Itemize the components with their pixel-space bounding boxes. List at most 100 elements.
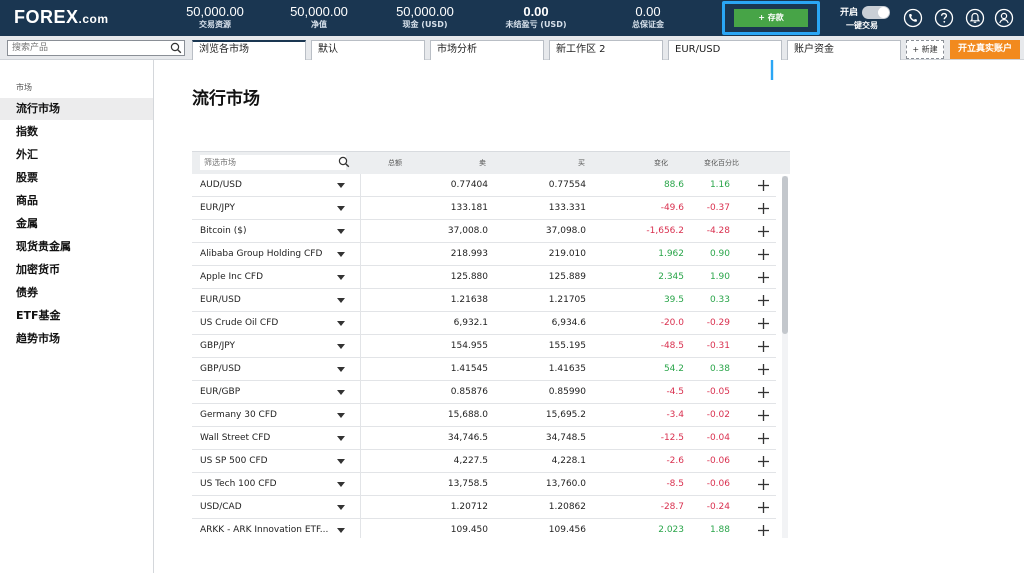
add-to-watchlist-plus-icon[interactable] <box>758 387 769 398</box>
add-to-watchlist-plus-icon[interactable] <box>758 479 769 490</box>
market-name[interactable]: EUR/USD <box>200 289 241 312</box>
add-to-watchlist-plus-icon[interactable] <box>758 456 769 467</box>
market-name[interactable]: AUD/USD <box>200 174 242 197</box>
add-to-watchlist-plus-icon[interactable] <box>758 318 769 329</box>
add-to-watchlist-plus-icon[interactable] <box>758 180 769 191</box>
table-scrollbar-thumb[interactable] <box>782 176 788 334</box>
add-to-watchlist-plus-icon[interactable] <box>758 295 769 306</box>
buy-price[interactable]: 125.889 <box>549 266 586 289</box>
sell-price[interactable]: 6,932.1 <box>454 312 488 335</box>
table-row[interactable]: Alibaba Group Holding CFD 218.993 219.010 1… <box>192 243 776 266</box>
user-account-icon[interactable] <box>994 8 1014 28</box>
open-live-account-button[interactable]: 开立真实账户 <box>950 40 1020 59</box>
market-dropdown-chevron-down-icon[interactable] <box>337 505 345 511</box>
add-to-watchlist-plus-icon[interactable] <box>758 410 769 421</box>
table-row[interactable]: EUR/USD 1.21638 1.21705 39.5 0.33 <box>192 289 776 312</box>
sidebar-item-shares[interactable]: 股票 <box>0 167 153 189</box>
search-icon[interactable] <box>170 42 182 54</box>
tab-eur-usd[interactable]: EUR/USD <box>668 40 782 60</box>
add-to-watchlist-plus-icon[interactable] <box>758 203 769 214</box>
tab-account-funds[interactable]: 账户资金 <box>787 40 901 60</box>
tab-browse-markets[interactable]: 浏览各市场 <box>192 40 306 60</box>
buy-price[interactable]: 133.331 <box>549 197 586 220</box>
add-to-watchlist-plus-icon[interactable] <box>758 341 769 352</box>
table-row[interactable]: GBP/USD 1.41545 1.41635 54.2 0.38 <box>192 358 776 381</box>
add-to-watchlist-plus-icon[interactable] <box>758 433 769 444</box>
table-scrollbar[interactable] <box>782 176 788 538</box>
market-name[interactable]: EUR/JPY <box>200 197 235 220</box>
market-dropdown-chevron-down-icon[interactable] <box>337 183 345 189</box>
add-to-watchlist-plus-icon[interactable] <box>758 249 769 260</box>
sell-price[interactable]: 133.181 <box>451 197 488 220</box>
buy-price[interactable]: 4,228.1 <box>552 450 586 473</box>
sell-price[interactable]: 1.21638 <box>451 289 488 312</box>
market-dropdown-chevron-down-icon[interactable] <box>337 206 345 212</box>
buy-price[interactable]: 37,098.0 <box>546 220 586 243</box>
help-icon[interactable] <box>934 8 954 28</box>
table-row[interactable]: Wall Street CFD 34,746.5 34,748.5 -12.5 -0.0… <box>192 427 776 450</box>
sell-price[interactable]: 0.77404 <box>451 174 488 197</box>
sell-price[interactable]: 154.955 <box>451 335 488 358</box>
buy-price[interactable]: 6,934.6 <box>552 312 586 335</box>
table-row[interactable]: GBP/JPY 154.955 155.195 -48.5 -0.31 <box>192 335 776 358</box>
sidebar-item-etf[interactable]: ETF基金 <box>0 305 153 327</box>
buy-price[interactable]: 219.010 <box>549 243 586 266</box>
sidebar-item-commodities[interactable]: 商品 <box>0 190 153 212</box>
add-to-watchlist-plus-icon[interactable] <box>758 226 769 237</box>
market-name[interactable]: Alibaba Group Holding CFD <box>200 243 322 266</box>
market-name[interactable]: EUR/GBP <box>200 381 240 404</box>
sell-price[interactable]: 125.880 <box>451 266 488 289</box>
sell-price[interactable]: 1.41545 <box>451 358 488 381</box>
sidebar-item-popular[interactable]: 流行市场 <box>0 98 153 120</box>
buy-price[interactable]: 1.41635 <box>549 358 586 381</box>
sidebar-item-indices[interactable]: 指数 <box>0 121 153 143</box>
table-row[interactable]: EUR/JPY 133.181 133.331 -49.6 -0.37 <box>192 197 776 220</box>
add-to-watchlist-plus-icon[interactable] <box>758 272 769 283</box>
market-dropdown-chevron-down-icon[interactable] <box>337 367 345 373</box>
sell-price[interactable]: 13,758.5 <box>448 473 488 496</box>
sidebar-item-bonds[interactable]: 债券 <box>0 282 153 304</box>
add-to-watchlist-plus-icon[interactable] <box>758 364 769 375</box>
market-dropdown-chevron-down-icon[interactable] <box>337 298 345 304</box>
buy-price[interactable]: 15,695.2 <box>546 404 586 427</box>
search-product-input[interactable] <box>7 40 185 56</box>
buy-price[interactable]: 0.85990 <box>549 381 586 404</box>
market-dropdown-chevron-down-icon[interactable] <box>337 482 345 488</box>
market-name[interactable]: US Crude Oil CFD <box>200 312 278 335</box>
market-dropdown-chevron-down-icon[interactable] <box>337 275 345 281</box>
toggle-switch[interactable] <box>862 6 890 19</box>
table-row[interactable]: AUD/USD 0.77404 0.77554 88.6 1.16 <box>192 174 776 197</box>
table-row[interactable]: EUR/GBP 0.85876 0.85990 -4.5 -0.05 <box>192 381 776 404</box>
market-name[interactable]: GBP/JPY <box>200 335 235 358</box>
market-name[interactable]: US Tech 100 CFD <box>200 473 277 496</box>
market-name[interactable]: GBP/USD <box>200 358 241 381</box>
sidebar-item-spot-metals[interactable]: 现货贵金属 <box>0 236 153 258</box>
market-name[interactable]: Wall Street CFD <box>200 427 270 450</box>
add-to-watchlist-plus-icon[interactable] <box>758 525 769 536</box>
tab-market-analysis[interactable]: 市场分析 <box>430 40 544 60</box>
phone-icon[interactable] <box>903 8 923 28</box>
table-row[interactable]: US Tech 100 CFD 13,758.5 13,760.0 -8.5 -0.06 <box>192 473 776 496</box>
market-name[interactable]: USD/CAD <box>200 496 242 519</box>
market-dropdown-chevron-down-icon[interactable] <box>337 459 345 465</box>
sell-price[interactable]: 218.993 <box>451 243 488 266</box>
sidebar-item-trending[interactable]: 趋势市场 <box>0 328 153 350</box>
filter-search-icon[interactable] <box>338 156 350 168</box>
market-dropdown-chevron-down-icon[interactable] <box>337 344 345 350</box>
market-dropdown-chevron-down-icon[interactable] <box>337 229 345 235</box>
market-dropdown-chevron-down-icon[interactable] <box>337 528 345 534</box>
tab-new-workspace-2[interactable]: 新工作区 2 <box>549 40 663 60</box>
sell-price[interactable]: 37,008.0 <box>448 220 488 243</box>
deposit-button[interactable]: + 存款 <box>734 9 808 27</box>
table-row[interactable]: USD/CAD 1.20712 1.20862 -28.7 -0.24 <box>192 496 776 519</box>
buy-price[interactable]: 0.77554 <box>549 174 586 197</box>
sell-price[interactable]: 0.85876 <box>451 381 488 404</box>
add-to-watchlist-plus-icon[interactable] <box>758 502 769 513</box>
market-name[interactable]: Apple Inc CFD <box>200 266 263 289</box>
sell-price[interactable]: 109.450 <box>451 519 488 538</box>
buy-price[interactable]: 1.20862 <box>549 496 586 519</box>
sidebar-item-forex[interactable]: 外汇 <box>0 144 153 166</box>
market-name[interactable]: US SP 500 CFD <box>200 450 268 473</box>
sell-price[interactable]: 34,746.5 <box>448 427 488 450</box>
buy-price[interactable]: 13,760.0 <box>546 473 586 496</box>
